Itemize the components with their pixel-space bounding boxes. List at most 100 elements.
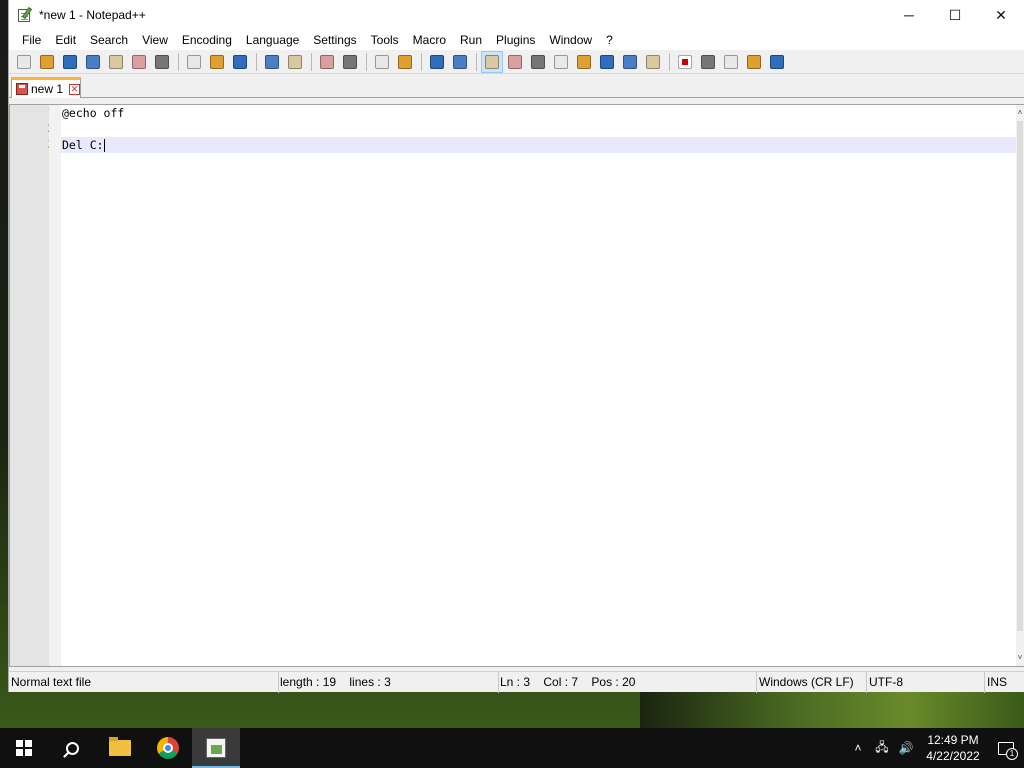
clock[interactable]: 12:49 PM 4/22/2022 bbox=[918, 732, 988, 764]
menu-macro[interactable]: Macro bbox=[406, 30, 453, 50]
undo-button[interactable] bbox=[261, 51, 283, 73]
save-macro-button[interactable] bbox=[766, 51, 788, 73]
menu-view[interactable]: View bbox=[135, 30, 175, 50]
zoom-out-button[interactable] bbox=[394, 51, 416, 73]
zoom-in-button[interactable] bbox=[371, 51, 393, 73]
find-button[interactable] bbox=[316, 51, 338, 73]
notepadpp-app-icon bbox=[17, 6, 33, 23]
vertical-scrollbar[interactable]: ˄ ˅ bbox=[1016, 105, 1024, 666]
status-length: length : 19 bbox=[280, 674, 337, 689]
save-macro-icon bbox=[770, 54, 784, 69]
text-caret bbox=[103, 139, 105, 152]
notepadpp-taskbar-button[interactable] bbox=[192, 728, 240, 768]
folder-workspace-button[interactable] bbox=[619, 51, 641, 73]
toolbar-separator bbox=[366, 52, 367, 71]
toolbar bbox=[9, 50, 1024, 74]
scrollbar-thumb[interactable] bbox=[1017, 121, 1023, 631]
menu-settings[interactable]: Settings bbox=[306, 30, 363, 50]
sync-horizontal-button[interactable] bbox=[449, 51, 471, 73]
network-icon[interactable]: 🖧 bbox=[870, 728, 894, 768]
run-macro-multiple-button[interactable] bbox=[743, 51, 765, 73]
tab-bar: new 1 ✕ bbox=[9, 74, 1024, 98]
print-button[interactable] bbox=[151, 51, 173, 73]
zoom-in-icon bbox=[375, 54, 389, 69]
maximize-button[interactable]: ☐ bbox=[932, 0, 978, 30]
close-icon bbox=[109, 54, 123, 69]
menu-tools[interactable]: Tools bbox=[364, 30, 406, 50]
menu-language[interactable]: Language bbox=[239, 30, 306, 50]
current-code-line[interactable]: Del C: bbox=[61, 137, 1024, 153]
close-button[interactable]: ✕ bbox=[978, 0, 1024, 30]
scroll-down-icon[interactable]: ˅ bbox=[1016, 654, 1024, 662]
paste-button[interactable] bbox=[229, 51, 251, 73]
new-file-icon bbox=[17, 54, 31, 69]
file-explorer-button[interactable] bbox=[96, 728, 144, 768]
status-encoding[interactable]: UTF-8 bbox=[867, 671, 985, 693]
menu-file[interactable]: File bbox=[15, 30, 48, 50]
code-line[interactable]: @echo off bbox=[61, 105, 1024, 121]
close-all-button[interactable] bbox=[128, 51, 150, 73]
record-macro-button[interactable] bbox=[674, 51, 696, 73]
chrome-icon bbox=[157, 737, 179, 759]
menu-window[interactable]: Window bbox=[542, 30, 599, 50]
toolbar-separator bbox=[476, 52, 477, 71]
menu-help[interactable]: ? bbox=[599, 30, 620, 50]
search-button[interactable] bbox=[48, 728, 96, 768]
zoom-out-icon bbox=[398, 54, 412, 69]
close-button[interactable] bbox=[105, 51, 127, 73]
action-center-button[interactable]: 1 bbox=[988, 728, 1024, 768]
status-insert-mode[interactable]: INS bbox=[985, 672, 1024, 693]
scroll-up-icon[interactable]: ˄ bbox=[1016, 109, 1024, 117]
status-lines: lines : 3 bbox=[349, 674, 391, 689]
language-button[interactable] bbox=[550, 51, 572, 73]
replace-button[interactable] bbox=[339, 51, 361, 73]
monitoring-button[interactable] bbox=[642, 51, 664, 73]
function-list-button[interactable] bbox=[596, 51, 618, 73]
indent-guide-button[interactable] bbox=[527, 51, 549, 73]
status-col: Col : 7 bbox=[543, 674, 579, 689]
chrome-button[interactable] bbox=[144, 728, 192, 768]
system-tray: ˄ 🖧 🔊 12:49 PM 4/22/2022 1 bbox=[846, 728, 1024, 768]
menu-plugins[interactable]: Plugins bbox=[489, 30, 542, 50]
menu-search[interactable]: Search bbox=[83, 30, 135, 50]
toolbar-separator bbox=[256, 52, 257, 71]
playback-macro-button[interactable] bbox=[720, 51, 742, 73]
function-list-icon bbox=[600, 54, 614, 69]
replace-icon bbox=[343, 54, 357, 69]
menu-run[interactable]: Run bbox=[453, 30, 489, 50]
menu-edit[interactable]: Edit bbox=[48, 30, 83, 50]
folder-workspace-icon bbox=[623, 54, 637, 69]
tab-new-1[interactable]: new 1 ✕ bbox=[11, 77, 81, 98]
doc-map-button[interactable] bbox=[573, 51, 595, 73]
new-file-button[interactable] bbox=[13, 51, 35, 73]
word-wrap-button[interactable] bbox=[481, 50, 503, 73]
doc-map-icon bbox=[577, 54, 591, 69]
save-button[interactable] bbox=[59, 51, 81, 73]
start-button[interactable] bbox=[0, 728, 48, 768]
status-eol[interactable]: Windows (CR LF) bbox=[757, 671, 867, 693]
status-position: Ln : 3 Col : 7 Pos : 20 bbox=[499, 671, 757, 693]
minimize-button[interactable]: ─ bbox=[886, 0, 932, 30]
stop-record-button[interactable] bbox=[697, 51, 719, 73]
status-length-lines: length : 19 lines : 3 bbox=[279, 671, 499, 693]
copy-button[interactable] bbox=[206, 51, 228, 73]
title-bar[interactable]: *new 1 - Notepad++ ─ ☐ ✕ bbox=[9, 0, 1024, 30]
open-file-button[interactable] bbox=[36, 51, 58, 73]
show-all-chars-button[interactable] bbox=[504, 51, 526, 73]
code-text[interactable]: @echo off Del C: bbox=[61, 105, 1024, 666]
copy-icon bbox=[210, 54, 224, 69]
tab-close-icon[interactable]: ✕ bbox=[69, 83, 81, 95]
redo-button[interactable] bbox=[284, 51, 306, 73]
menu-encoding[interactable]: Encoding bbox=[175, 30, 239, 50]
window-title: *new 1 - Notepad++ bbox=[39, 8, 146, 22]
find-icon bbox=[320, 54, 334, 69]
save-all-icon bbox=[86, 54, 100, 69]
editor-area[interactable]: 1 2 3 @echo off Del C: ˄ ˅ bbox=[9, 104, 1024, 667]
show-hidden-icons-icon[interactable]: ˄ bbox=[846, 728, 870, 768]
volume-icon[interactable]: 🔊 bbox=[894, 728, 918, 768]
code-line[interactable] bbox=[61, 121, 1024, 137]
record-macro-icon bbox=[678, 54, 692, 69]
save-all-button[interactable] bbox=[82, 51, 104, 73]
sync-vertical-button[interactable] bbox=[426, 51, 448, 73]
cut-button[interactable] bbox=[183, 51, 205, 73]
